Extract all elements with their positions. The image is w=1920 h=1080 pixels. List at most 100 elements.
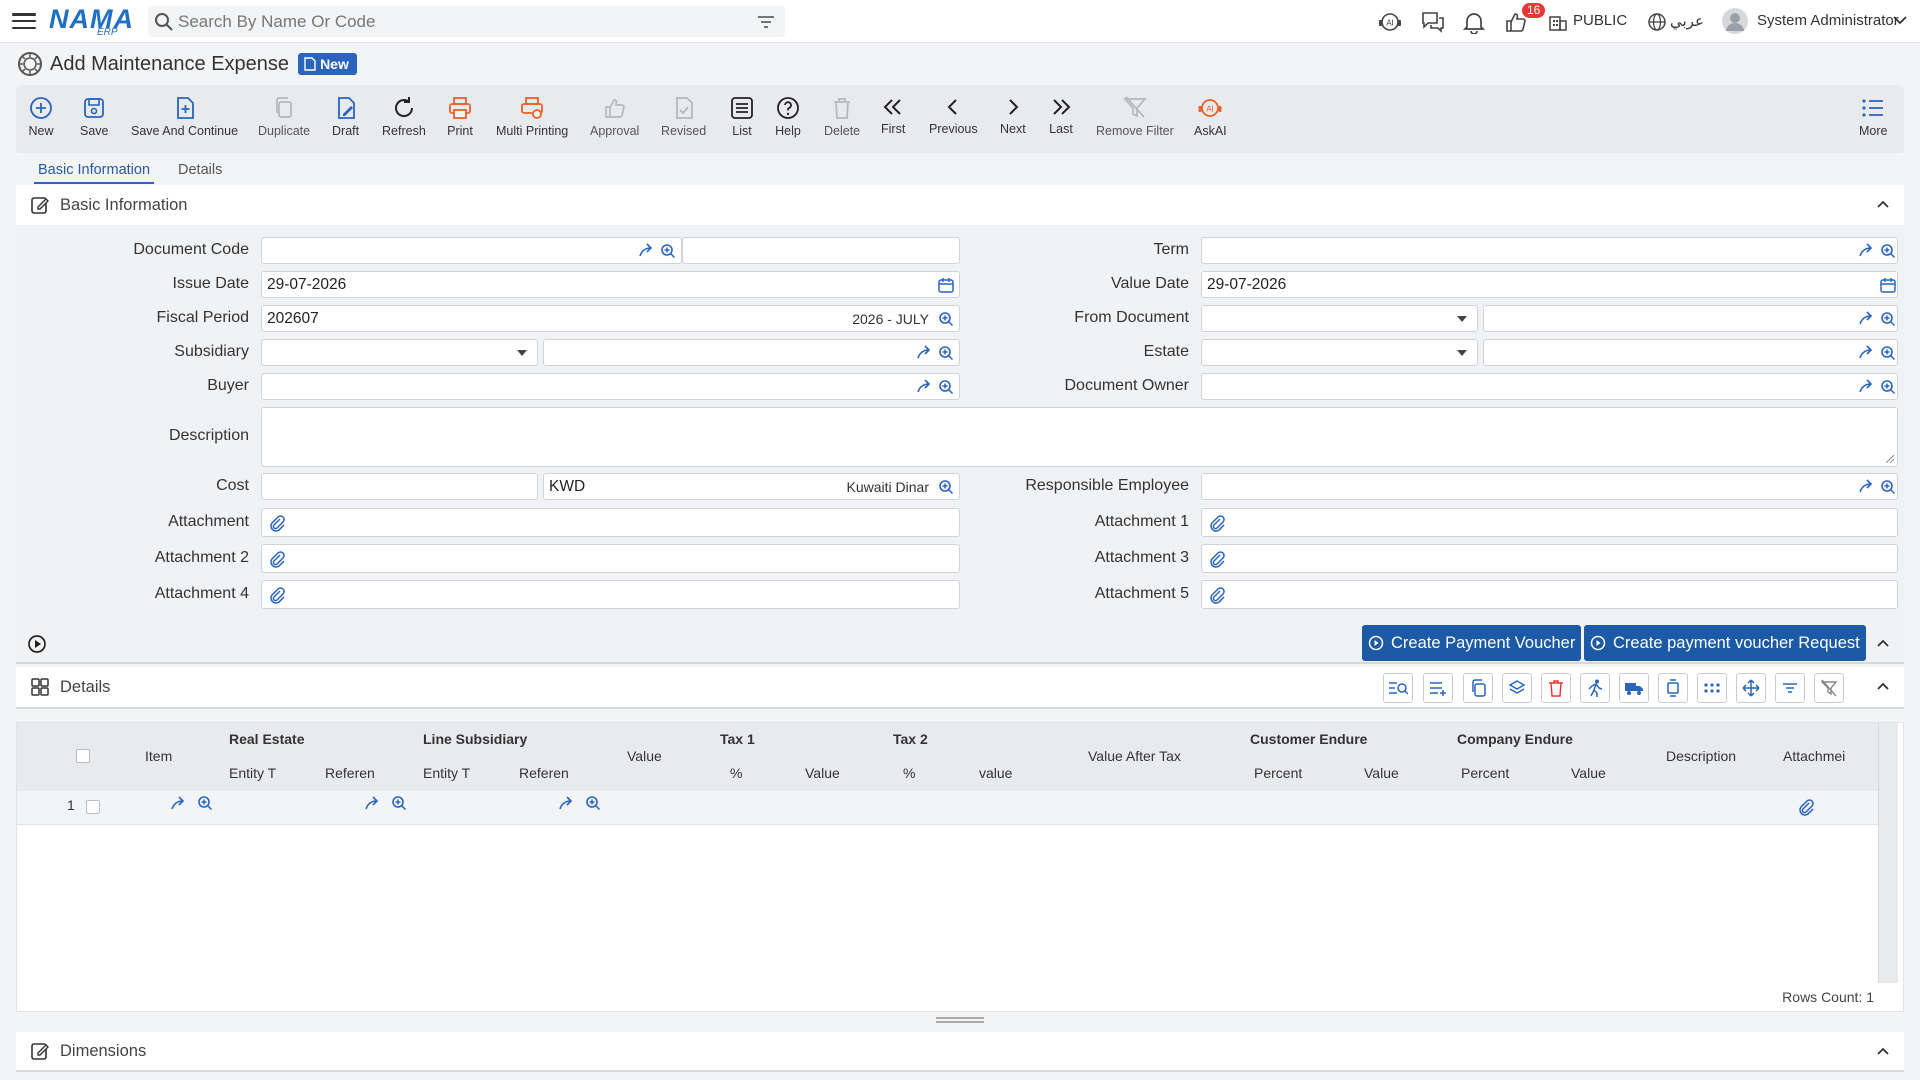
attachment3-input[interactable] bbox=[1201, 544, 1898, 573]
paperclip-icon[interactable] bbox=[1208, 514, 1226, 532]
document-code-name-input[interactable] bbox=[682, 237, 960, 264]
col-ce-value[interactable]: Value bbox=[1364, 765, 1399, 781]
from-document-input[interactable] bbox=[1483, 305, 1898, 332]
create-payment-voucher-button[interactable]: Create Payment Voucher bbox=[1362, 625, 1582, 661]
open-link-icon[interactable] bbox=[1857, 344, 1875, 362]
col-re-entity-type[interactable]: Entity T bbox=[229, 765, 276, 781]
attachment5-input[interactable] bbox=[1201, 580, 1898, 609]
duplicate-button[interactable]: Duplicate bbox=[258, 95, 310, 138]
search-input[interactable] bbox=[178, 11, 738, 32]
delete-button[interactable]: Delete bbox=[824, 95, 860, 138]
lookup-icon[interactable] bbox=[937, 478, 955, 496]
col-tax1-percent[interactable]: % bbox=[730, 765, 742, 781]
select-all-checkbox[interactable] bbox=[76, 749, 90, 763]
tab-details[interactable]: Details bbox=[178, 162, 222, 178]
lookup-icon[interactable] bbox=[659, 242, 677, 260]
create-payment-voucher-request-button[interactable]: Create payment voucher Request bbox=[1584, 625, 1866, 661]
collapse-icon[interactable] bbox=[1876, 198, 1890, 210]
col-attachment[interactable]: Attachmei bbox=[1783, 748, 1845, 764]
currency-input[interactable]: KWD Kuwaiti Dinar bbox=[543, 473, 960, 500]
lookup-icon[interactable] bbox=[1879, 344, 1897, 362]
globe-icon[interactable] bbox=[1647, 12, 1667, 32]
buyer-input[interactable] bbox=[261, 373, 960, 400]
next-button[interactable]: Next bbox=[1000, 95, 1026, 136]
open-link-icon[interactable] bbox=[363, 795, 381, 813]
scope-label[interactable]: PUBLIC bbox=[1573, 12, 1627, 29]
description-textarea[interactable] bbox=[261, 407, 1898, 467]
lookup-icon[interactable] bbox=[1879, 478, 1897, 496]
new-button[interactable]: New bbox=[28, 95, 54, 138]
calendar-icon[interactable] bbox=[937, 276, 955, 294]
avatar[interactable] bbox=[1722, 8, 1748, 34]
expand-lines-button[interactable] bbox=[1658, 673, 1688, 703]
paperclip-icon[interactable] bbox=[268, 550, 286, 568]
col-co-percent[interactable]: Percent bbox=[1461, 765, 1509, 781]
col-description[interactable]: Description bbox=[1666, 748, 1736, 764]
ai-assistant-icon[interactable]: AI bbox=[1378, 10, 1402, 34]
multi-print-button[interactable]: Multi Printing bbox=[496, 95, 568, 138]
open-link-icon[interactable] bbox=[637, 242, 655, 260]
lookup-icon[interactable] bbox=[390, 794, 408, 812]
menu-icon[interactable] bbox=[12, 10, 36, 32]
askai-button[interactable]: AI AskAI bbox=[1194, 95, 1227, 138]
col-ls-entity-type[interactable]: Entity T bbox=[423, 765, 470, 781]
col-item[interactable]: Item bbox=[145, 748, 172, 764]
lookup-icon[interactable] bbox=[937, 344, 955, 362]
calendar-icon[interactable] bbox=[1879, 276, 1897, 294]
col-value[interactable]: Value bbox=[627, 748, 662, 764]
lookup-icon[interactable] bbox=[1879, 242, 1897, 260]
open-link-icon[interactable] bbox=[1857, 478, 1875, 496]
fiscal-period-input[interactable]: 202607 2026 - JULY bbox=[261, 305, 960, 332]
col-value-after-tax[interactable]: Value After Tax bbox=[1088, 748, 1181, 764]
col-tax2-percent[interactable]: % bbox=[903, 765, 915, 781]
grid-dots-button[interactable] bbox=[1697, 673, 1727, 703]
basic-info-section-header[interactable]: Basic Information bbox=[16, 185, 1904, 227]
collapse-icon[interactable] bbox=[1876, 680, 1890, 692]
lookup-icon[interactable] bbox=[1879, 310, 1897, 328]
approval-button[interactable]: Approval bbox=[590, 95, 639, 138]
subsidiary-input[interactable] bbox=[543, 339, 960, 366]
lookup-icon[interactable] bbox=[1879, 378, 1897, 396]
attachment1-input[interactable] bbox=[1201, 508, 1898, 537]
cost-input[interactable] bbox=[261, 473, 538, 500]
add-lines-button[interactable] bbox=[1423, 673, 1453, 703]
tab-basic-information[interactable]: Basic Information bbox=[33, 162, 155, 184]
truck-button[interactable] bbox=[1619, 673, 1649, 703]
bell-icon[interactable] bbox=[1463, 10, 1485, 34]
print-button[interactable]: Print bbox=[447, 95, 473, 138]
refresh-button[interactable]: Refresh bbox=[382, 95, 426, 138]
save-button[interactable]: Save bbox=[80, 95, 109, 138]
lookup-icon[interactable] bbox=[196, 794, 214, 812]
draft-button[interactable]: Draft bbox=[332, 95, 359, 138]
user-name[interactable]: System Administrator bbox=[1757, 12, 1899, 29]
list-button[interactable]: List bbox=[729, 95, 755, 138]
play-circle-icon[interactable] bbox=[27, 634, 47, 654]
attachment4-input[interactable] bbox=[261, 580, 960, 609]
language-switch[interactable]: عربي bbox=[1670, 12, 1704, 30]
grid-search-button[interactable] bbox=[1383, 673, 1413, 703]
grid-remove-filter-button[interactable] bbox=[1814, 673, 1844, 703]
paperclip-icon[interactable] bbox=[1208, 550, 1226, 568]
open-link-icon[interactable] bbox=[915, 378, 933, 396]
open-link-icon[interactable] bbox=[557, 795, 575, 813]
help-button[interactable]: Help bbox=[775, 95, 801, 138]
dimensions-section-header[interactable]: Dimensions bbox=[16, 1032, 1904, 1072]
col-tax1-value[interactable]: Value bbox=[805, 765, 840, 781]
open-link-icon[interactable] bbox=[1857, 242, 1875, 260]
issue-date-input[interactable]: 29-07-2026 bbox=[261, 271, 960, 298]
open-link-icon[interactable] bbox=[1857, 310, 1875, 328]
more-button[interactable]: More bbox=[1859, 95, 1887, 138]
col-co-value[interactable]: Value bbox=[1571, 765, 1606, 781]
chat-icon[interactable] bbox=[1420, 10, 1446, 34]
collapse-icon[interactable] bbox=[1876, 637, 1890, 649]
last-button[interactable]: Last bbox=[1049, 95, 1073, 136]
filter-icon[interactable] bbox=[757, 14, 775, 30]
from-document-type-select[interactable] bbox=[1201, 305, 1478, 332]
copy-lines-button[interactable] bbox=[1463, 673, 1493, 703]
term-input[interactable] bbox=[1201, 237, 1898, 264]
estate-input[interactable] bbox=[1483, 339, 1898, 366]
collapse-icon[interactable] bbox=[1876, 1045, 1890, 1057]
revised-button[interactable]: Revised bbox=[661, 95, 706, 138]
value-date-input[interactable]: 29-07-2026 bbox=[1201, 271, 1898, 298]
lookup-icon[interactable] bbox=[584, 794, 602, 812]
